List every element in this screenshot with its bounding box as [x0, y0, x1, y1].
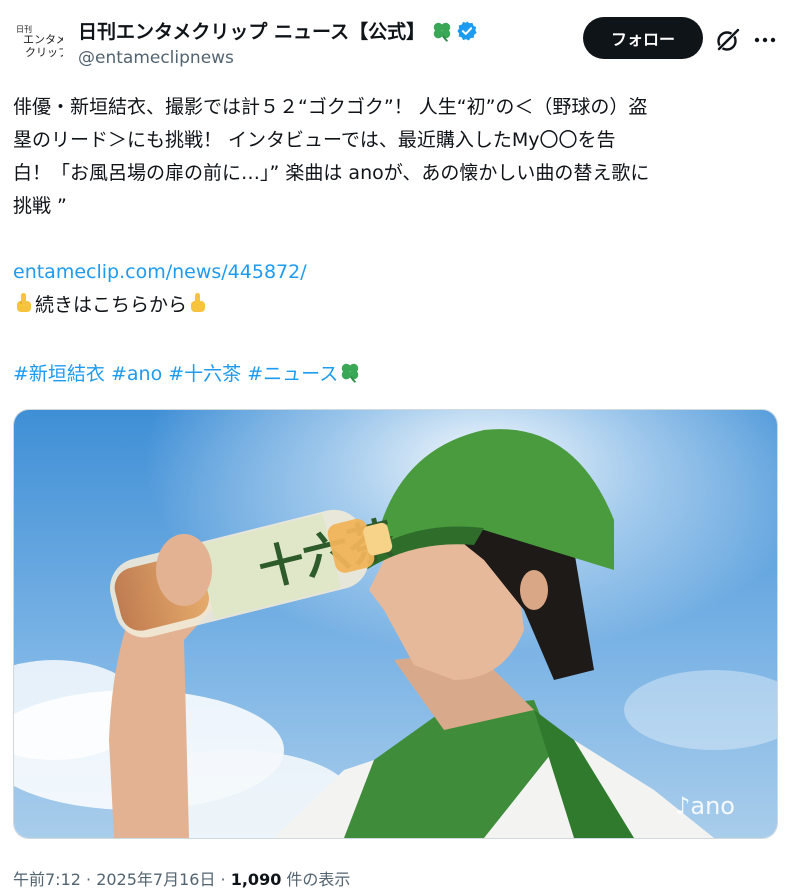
verified-badge-icon	[456, 20, 478, 42]
views-label: 件の表示	[281, 870, 351, 889]
tweet-line-3: 白！「お風呂場の扉の前に…」” 楽曲は anoが、あの懐かしい曲の替え歌に	[13, 162, 650, 184]
tweet-line-1: 俳優・新垣結衣、撮影では計５２“ゴクゴク”！ 人生“初”の＜（野球の）盗	[13, 96, 648, 118]
tweet-text: 俳優・新垣結衣、撮影では計５２“ゴクゴク”！ 人生“初”の＜（野球の）盗 塁のリ…	[13, 91, 783, 394]
article-link[interactable]: entameclip.com/news/445872/	[13, 261, 307, 283]
tweet-media-image[interactable]: 十六茶 ♪ ano	[13, 409, 778, 839]
avatar[interactable]: 日刊 エンタメ クリップ	[13, 19, 63, 63]
four-leaf-clover-icon	[339, 361, 361, 394]
hashtag-aragaki[interactable]: #新垣結衣	[13, 363, 105, 385]
user-handle[interactable]: @entameclipnews	[78, 48, 234, 68]
hashtag-juurokucha[interactable]: #十六茶	[168, 363, 241, 385]
tweet-header: 日刊 エンタメ クリップ 日刊エンタメクリップ ニュース【公式】 @entame…	[0, 0, 792, 80]
grok-icon[interactable]	[714, 26, 742, 54]
continue-text: 続きはこちらから	[35, 294, 188, 316]
music-note-icon: ♪	[675, 792, 691, 820]
hashtag-news[interactable]: #ニュース	[247, 363, 338, 385]
media-watermark: ♪ ano	[675, 792, 735, 820]
avatar-text-2: エンタメ	[23, 33, 63, 46]
watermark-text: ano	[690, 792, 735, 820]
follow-button[interactable]: フォロー	[583, 17, 703, 59]
tweet-meta: 午前7:12 · 2025年7月16日 · 1,090 件の表示	[13, 866, 350, 890]
continue-line: 続きはこちらから	[13, 289, 783, 325]
tweet-timestamp[interactable]: 午前7:12 · 2025年7月16日 ·	[13, 870, 231, 889]
display-name[interactable]: 日刊エンタメクリップ ニュース【公式】	[78, 17, 478, 44]
pointing-up-icon	[188, 292, 208, 325]
media-photo: 十六茶	[14, 410, 777, 838]
views-count: 1,090	[230, 870, 282, 889]
hashtag-ano[interactable]: #ano	[111, 363, 162, 385]
tweet-line-4: 挑戦 ”	[13, 195, 67, 217]
display-name-text[interactable]: 日刊エンタメクリップ ニュース【公式】	[78, 17, 425, 44]
four-leaf-clover-icon	[431, 20, 453, 42]
hashtag-line: #新垣結衣 #ano #十六茶 #ニュース	[13, 358, 783, 394]
tweet-line-2: 塁のリード＞にも挑戦！ インタビューでは、最近購入したMy〇〇を告	[13, 129, 616, 151]
pointing-up-icon	[14, 292, 34, 325]
more-icon[interactable]	[752, 26, 778, 54]
avatar-text-3: クリップ	[25, 46, 63, 59]
